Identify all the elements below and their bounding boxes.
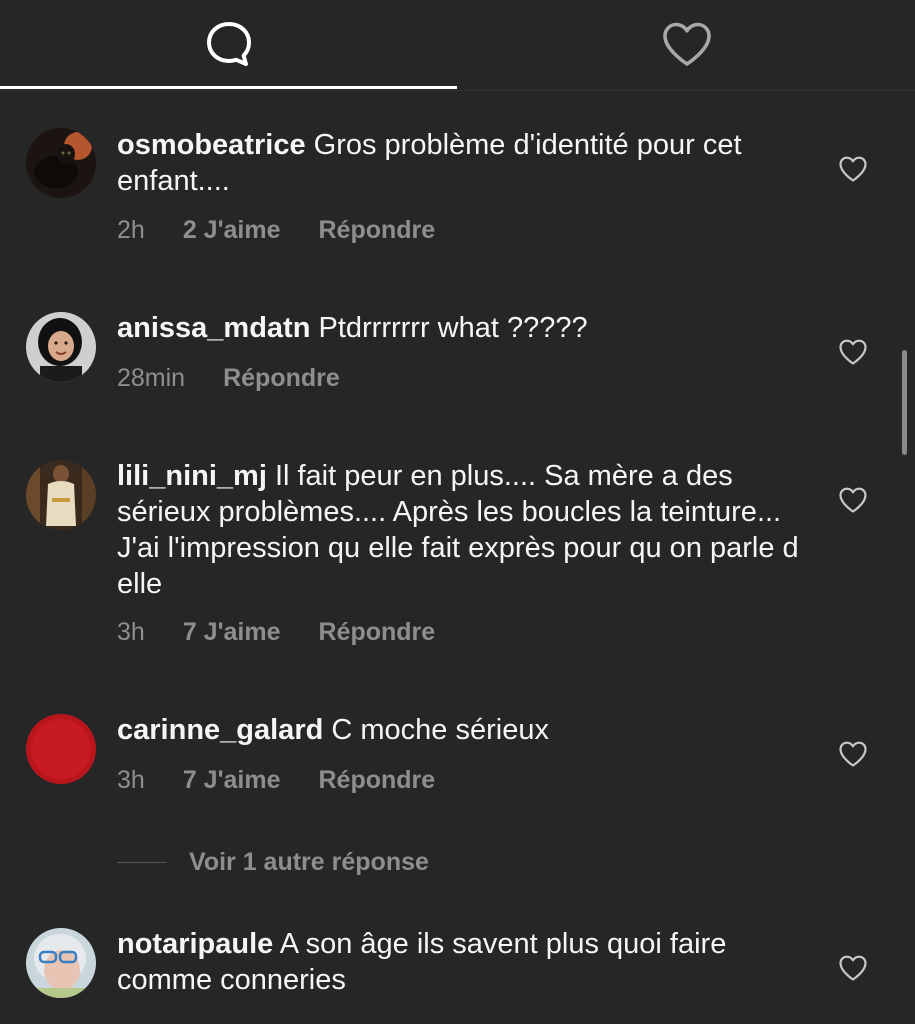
tab-likes[interactable] bbox=[458, 0, 915, 88]
avatar[interactable] bbox=[26, 312, 96, 382]
comment-text: anissa_mdatn Ptdrrrrrrr what ????? bbox=[117, 310, 807, 346]
reply-button[interactable]: Répondre bbox=[223, 364, 340, 393]
comment-body: C moche sérieux bbox=[331, 714, 549, 746]
comment-text: osmobeatrice Gros problème d'identité po… bbox=[117, 127, 807, 199]
comment-username[interactable]: notaripaule bbox=[117, 928, 273, 960]
view-more-label: Voir 1 autre réponse bbox=[189, 847, 429, 876]
comment-time: 28min bbox=[117, 364, 186, 392]
tab-bar bbox=[0, 0, 915, 91]
avatar[interactable] bbox=[26, 714, 96, 784]
comment-time: 3h bbox=[117, 618, 145, 646]
comment-text: carinne_galard C moche sérieux bbox=[117, 712, 807, 748]
scrollbar[interactable] bbox=[902, 350, 907, 455]
view-more-replies-button[interactable]: Voir 1 autre réponse bbox=[117, 845, 429, 879]
comment-likes-count[interactable]: 2 J'aime bbox=[183, 216, 281, 245]
reply-button[interactable]: Répondre bbox=[319, 618, 436, 647]
avatar[interactable] bbox=[26, 128, 96, 198]
like-heart-icon[interactable] bbox=[838, 954, 868, 982]
comment-icon bbox=[206, 22, 251, 66]
comment-meta: 2h 2 J'aime Répondre bbox=[117, 216, 435, 245]
comment-text: notaripaule A son âge ils savent plus qu… bbox=[117, 926, 807, 998]
active-tab-indicator bbox=[0, 86, 457, 89]
comment-username[interactable]: lili_nini_mj bbox=[117, 460, 267, 492]
comment-username[interactable]: osmobeatrice bbox=[117, 129, 306, 161]
like-heart-icon[interactable] bbox=[838, 486, 868, 514]
comment-body: Ptdrrrrrrr what ????? bbox=[318, 312, 588, 344]
like-heart-icon[interactable] bbox=[838, 155, 868, 183]
like-heart-icon[interactable] bbox=[838, 740, 868, 768]
like-heart-icon[interactable] bbox=[838, 338, 868, 366]
heart-icon bbox=[662, 22, 711, 66]
comment-username[interactable]: anissa_mdatn bbox=[117, 312, 310, 344]
comment-time: 2h bbox=[117, 216, 145, 244]
comment-time: 3h bbox=[117, 766, 145, 794]
comment-meta: 3h 7 J'aime Répondre bbox=[117, 618, 435, 647]
comment-username[interactable]: carinne_galard bbox=[117, 714, 323, 746]
comment-likes-count[interactable]: 7 J'aime bbox=[183, 618, 281, 647]
comment-meta: 3h 7 J'aime Répondre bbox=[117, 766, 435, 795]
avatar[interactable] bbox=[26, 460, 96, 530]
comment-text: lili_nini_mj Il fait peur en plus.... Sa… bbox=[117, 458, 807, 602]
divider-line bbox=[117, 861, 167, 863]
reply-button[interactable]: Répondre bbox=[319, 766, 436, 795]
comment-likes-count[interactable]: 7 J'aime bbox=[183, 766, 281, 795]
avatar[interactable] bbox=[26, 928, 96, 998]
comment-meta: 28min Répondre bbox=[117, 364, 340, 393]
reply-button[interactable]: Répondre bbox=[319, 216, 436, 245]
tab-comments[interactable] bbox=[0, 0, 457, 88]
